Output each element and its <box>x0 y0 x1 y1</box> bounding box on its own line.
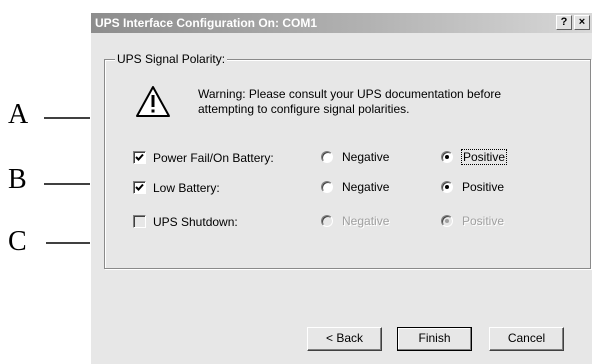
low-battery-label: Low Battery: <box>153 181 220 195</box>
radio-selected-dot <box>445 155 449 159</box>
radio-selected-dot <box>445 185 449 189</box>
warning-text: Warning: Please consult your UPS documen… <box>198 87 502 116</box>
low-battery-checkbox[interactable] <box>133 181 146 194</box>
low-battery-negative-radio[interactable] <box>321 181 333 193</box>
power-fail-checkbox[interactable] <box>133 151 146 164</box>
ups-config-dialog: UPS Interface Configuration On: COM1 ? ×… <box>90 12 592 364</box>
checkmark-icon <box>135 153 144 161</box>
low-battery-negative-label: Negative <box>342 180 390 194</box>
radio-selected-dot <box>445 219 449 223</box>
annotation-label-b: B <box>8 164 27 195</box>
low-battery-positive-label: Positive <box>462 180 505 194</box>
annotation-label-c: C <box>8 226 27 257</box>
low-battery-positive-radio[interactable] <box>441 181 453 193</box>
checkmark-icon <box>135 183 144 191</box>
cancel-button[interactable]: Cancel <box>489 327 564 351</box>
ups-shutdown-checkbox[interactable] <box>133 215 146 228</box>
warning-icon <box>136 86 170 117</box>
annotation-label-a: A <box>8 99 29 130</box>
power-fail-negative-radio[interactable] <box>321 151 333 163</box>
ups-shutdown-positive-label: Positive <box>462 214 505 228</box>
group-title: UPS Signal Polarity: <box>115 52 228 66</box>
finish-button[interactable]: Finish <box>397 327 472 351</box>
ups-shutdown-negative-label: Negative <box>342 214 390 228</box>
power-fail-label: Power Fail/On Battery: <box>153 151 274 165</box>
ups-shutdown-negative-radio <box>321 215 333 227</box>
signal-row-low-battery: Low Battery: Negative Positive <box>91 178 592 198</box>
power-fail-positive-label: Positive <box>460 149 508 165</box>
signal-row-ups-shutdown: UPS Shutdown: Negative Positive <box>91 212 592 232</box>
ups-shutdown-positive-radio <box>441 215 453 227</box>
close-button[interactable]: × <box>574 15 590 30</box>
power-fail-negative-label: Negative <box>342 150 390 164</box>
dialog-title: UPS Interface Configuration On: COM1 <box>95 16 318 30</box>
title-bar[interactable]: UPS Interface Configuration On: COM1 ? × <box>91 13 592 33</box>
ups-shutdown-label: UPS Shutdown: <box>153 215 238 229</box>
power-fail-positive-radio[interactable] <box>441 151 453 163</box>
signal-row-power-fail: Power Fail/On Battery: Negative Positive <box>91 148 592 168</box>
back-button[interactable]: < Back <box>307 327 382 351</box>
help-button[interactable]: ? <box>556 15 572 30</box>
